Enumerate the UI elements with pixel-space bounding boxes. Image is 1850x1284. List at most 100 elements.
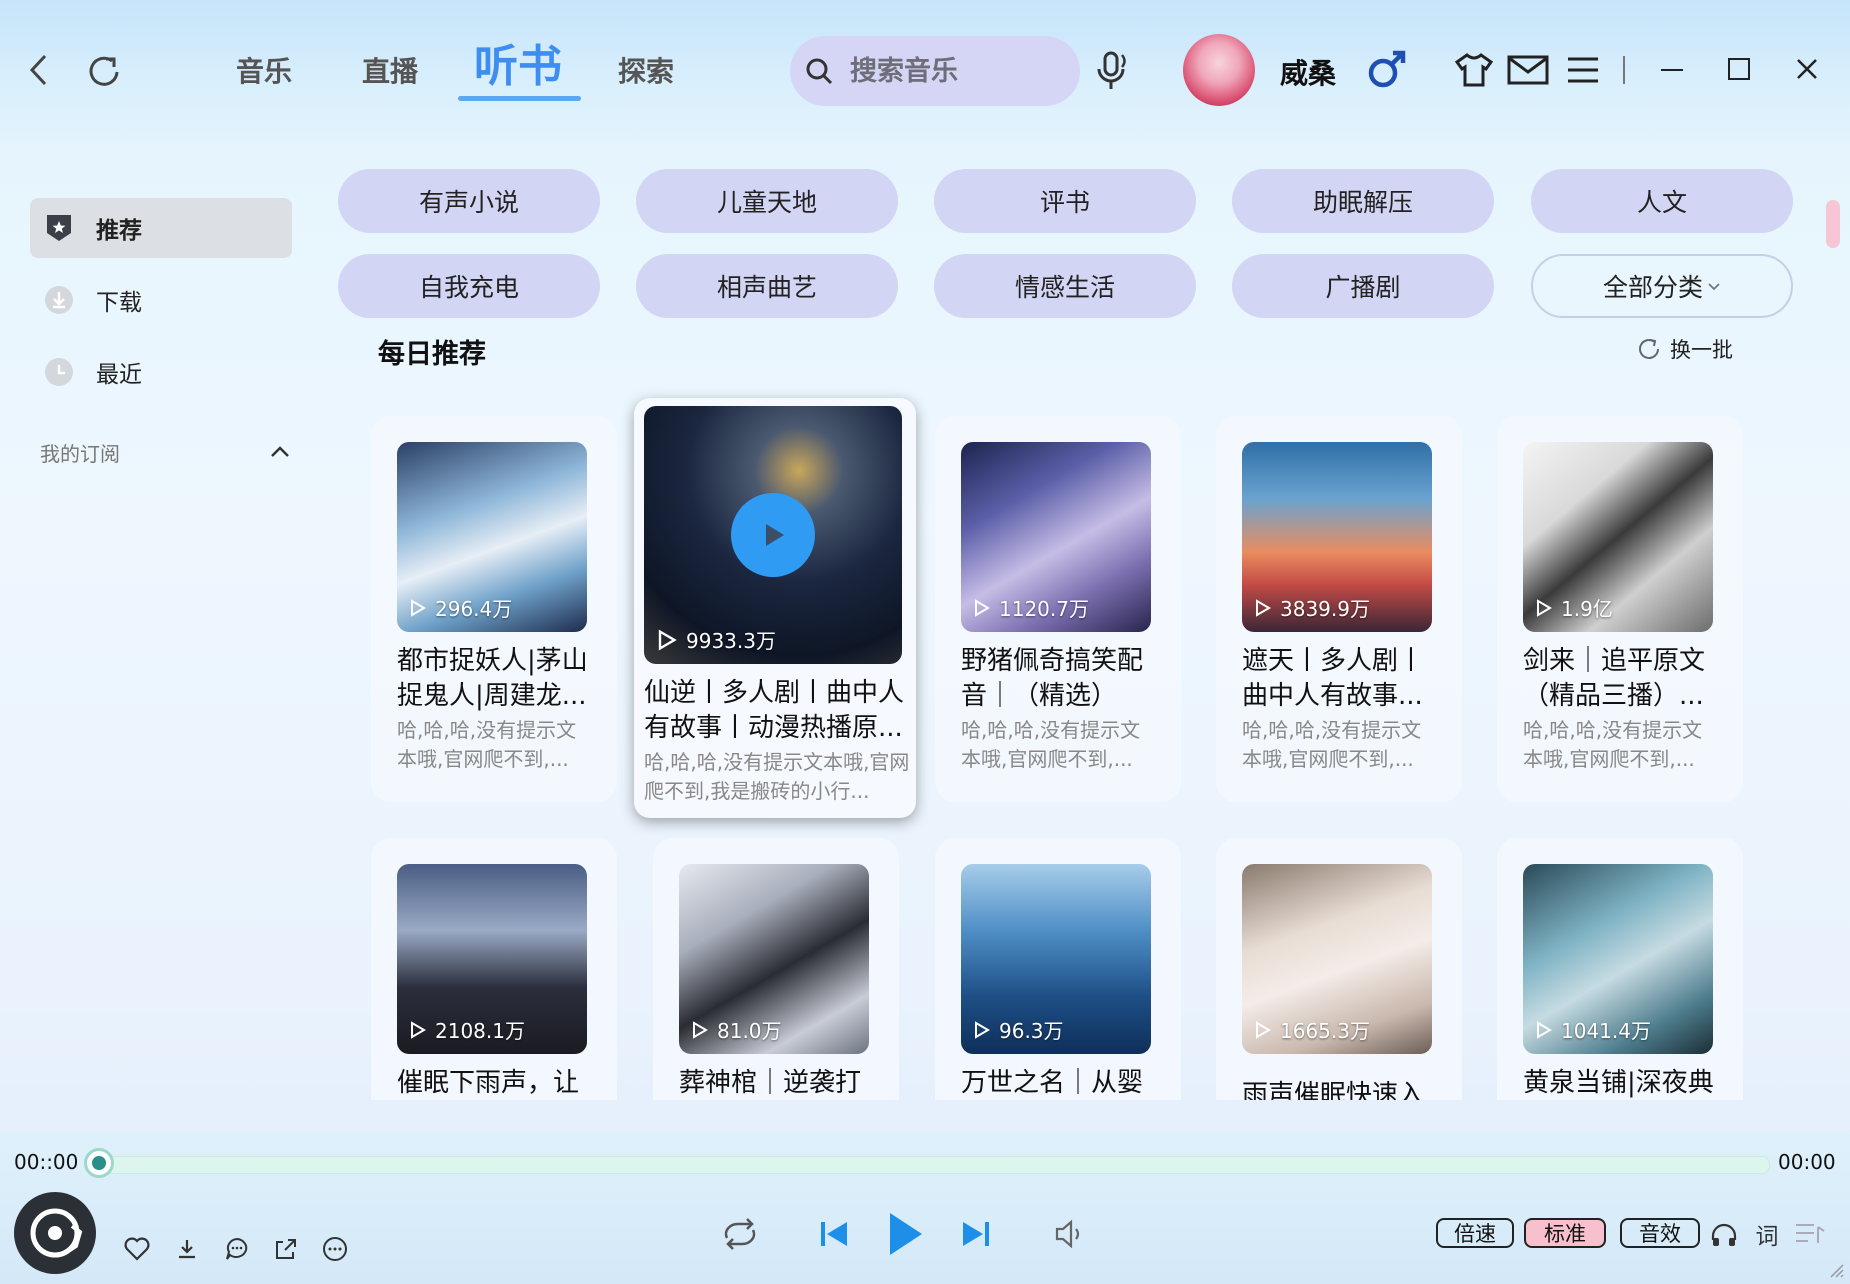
search-box[interactable] [790, 36, 1080, 106]
share-icon[interactable] [271, 1234, 301, 1264]
volume-icon[interactable] [1050, 1214, 1090, 1254]
skin-shirt-icon[interactable] [1452, 48, 1496, 92]
avatar[interactable] [1183, 34, 1255, 106]
play-count: 296.4万 [407, 593, 512, 622]
download-icon[interactable] [172, 1234, 202, 1264]
book-description: 哈,哈,哈,没有提示文本哦,官网爬不到,我是搬砖的小行... [644, 750, 910, 803]
play-count: 1041.4万 [1533, 1015, 1651, 1044]
active-tab-indicator [458, 96, 581, 101]
tab-music[interactable]: 音乐 [236, 50, 292, 90]
book-title: 葬神棺｜逆袭打 [679, 1068, 862, 1098]
username[interactable]: 威桑 [1280, 52, 1336, 92]
book-cover: 96.3万 [961, 864, 1151, 1054]
book-title: 催眠下雨声，让 [397, 1068, 580, 1098]
title-divider [1623, 56, 1625, 84]
subscriptions-label: 我的订阅 [40, 442, 120, 466]
previous-track-icon[interactable] [814, 1214, 854, 1254]
download-icon [44, 285, 74, 315]
play-button[interactable] [731, 493, 815, 577]
sidebar-item-recent[interactable]: 最近 [30, 342, 292, 402]
book-title: 都市捉妖人|茅山捉鬼人|周建龙... [397, 646, 588, 711]
sidebar-item-download[interactable]: 下载 [30, 270, 292, 330]
mail-icon[interactable] [1506, 48, 1550, 92]
play-outline-icon [693, 1020, 708, 1039]
tab-live[interactable]: 直播 [362, 50, 418, 90]
sidebar-item-recommend[interactable]: 推荐 [30, 198, 292, 258]
voice-search-icon[interactable] [1090, 46, 1134, 96]
tab-audiobook[interactable]: 听书 [474, 30, 562, 94]
more-icon[interactable] [320, 1234, 350, 1264]
play-outline-icon [1256, 1020, 1271, 1039]
book-title: 雨声催眠快速入 [1242, 1080, 1425, 1100]
book-cover: 296.4万 [397, 442, 587, 632]
book-title: 剑来｜追平原文（精品三播）... [1523, 646, 1706, 711]
refresh-batch-button[interactable]: 换一批 [1636, 334, 1733, 364]
book-card[interactable]: 96.3万 万世之名｜从婴 [935, 838, 1181, 1100]
scrollbar-thumb[interactable] [1826, 200, 1840, 248]
book-card[interactable]: 81.0万 葬神棺｜逆袭打 [653, 838, 899, 1100]
play-outline-icon [975, 598, 990, 617]
category-pill[interactable]: 广播剧 [1232, 254, 1494, 318]
book-title: 黄泉当铺|深夜典 [1523, 1068, 1714, 1098]
category-pill[interactable]: 助眠解压 [1232, 169, 1494, 233]
resize-grip-icon[interactable] [1826, 1260, 1846, 1280]
close-icon[interactable] [1790, 52, 1824, 86]
book-card[interactable]: 1041.4万 黄泉当铺|深夜典 [1497, 838, 1743, 1100]
sound-effect-button[interactable]: 音效 [1620, 1218, 1700, 1248]
chevron-up-icon[interactable] [268, 440, 292, 464]
play-pause-icon[interactable] [880, 1206, 930, 1262]
category-pill[interactable]: 评书 [934, 169, 1196, 233]
comment-icon[interactable] [222, 1234, 252, 1264]
playlist-icon[interactable] [1792, 1218, 1828, 1250]
category-pill[interactable]: 人文 [1531, 169, 1793, 233]
play-outline-icon [1256, 598, 1271, 617]
title-bar: 音乐 直播 听书 探索 威桑 [0, 0, 1850, 140]
play-outline-icon [411, 1020, 426, 1039]
speed-button[interactable]: 倍速 [1436, 1218, 1514, 1248]
book-card[interactable]: 1665.3万 雨声催眠快速入 [1216, 838, 1462, 1100]
book-card[interactable]: 1.9亿 剑来｜追平原文（精品三播）... 哈,哈,哈,没有提示文本哦,官网爬不… [1497, 416, 1743, 802]
refresh-icon[interactable] [82, 50, 126, 94]
all-categories-dropdown[interactable]: 全部分类 [1531, 254, 1793, 318]
tab-explore[interactable]: 探索 [618, 50, 674, 90]
play-count: 81.0万 [689, 1015, 782, 1044]
progress-bar[interactable] [98, 1156, 1770, 1174]
book-card[interactable]: 296.4万 都市捉妖人|茅山捉鬼人|周建龙... 哈,哈,哈,没有提示文本哦,… [371, 416, 617, 802]
sidebar-item-label: 推荐 [96, 218, 142, 244]
category-pill[interactable]: 相声曲艺 [636, 254, 898, 318]
book-card[interactable]: 1120.7万 野猪佩奇搞笑配音｜（精选） 哈,哈,哈,没有提示文本哦,官网爬不… [935, 416, 1181, 802]
category-pill[interactable]: 有声小说 [338, 169, 600, 233]
category-pill[interactable]: 自我充电 [338, 254, 600, 318]
lyrics-button[interactable]: 词 [1752, 1218, 1782, 1250]
progress-handle[interactable] [84, 1148, 114, 1178]
play-count: 2108.1万 [407, 1015, 525, 1044]
maximize-icon[interactable] [1722, 52, 1756, 86]
book-card[interactable]: 3839.9万 遮天丨多人剧丨曲中人有故事... 哈,哈,哈,没有提示文本哦,官… [1216, 416, 1462, 802]
book-description: 哈,哈,哈,没有提示文本哦,官网爬不到,... [1523, 718, 1703, 771]
book-cover: 1665.3万 [1242, 864, 1432, 1054]
menu-icon[interactable] [1562, 48, 1604, 92]
book-description: 哈,哈,哈,没有提示文本哦,官网爬不到,... [397, 718, 577, 771]
next-track-icon[interactable] [956, 1214, 996, 1254]
clock-icon [44, 357, 74, 387]
book-card[interactable]: 2108.1万 催眠下雨声，让 [371, 838, 617, 1100]
back-icon[interactable] [18, 48, 58, 92]
like-icon[interactable] [122, 1234, 152, 1264]
quality-button[interactable]: 标准 [1524, 1218, 1606, 1248]
category-pill[interactable]: 情感生活 [934, 254, 1196, 318]
app-window: 音乐 直播 听书 探索 威桑 [0, 0, 1850, 1284]
book-cover: 9933.3万 [644, 406, 902, 664]
search-input[interactable] [848, 54, 1072, 88]
headphones-icon[interactable] [1708, 1220, 1740, 1250]
chevron-down-icon [1707, 281, 1721, 291]
play-count: 9933.3万 [654, 625, 776, 654]
category-pill[interactable]: 儿童天地 [636, 169, 898, 233]
book-title: 遮天丨多人剧丨曲中人有故事... [1242, 646, 1425, 711]
book-card[interactable]: 9933.3万 仙逆丨多人剧丨曲中人有故事丨动漫热播原... 哈,哈,哈,没有提… [634, 398, 916, 818]
badge-icon [44, 213, 74, 243]
play-outline-icon [975, 1020, 990, 1039]
repeat-icon[interactable] [716, 1212, 764, 1256]
now-playing-disc[interactable] [14, 1192, 96, 1274]
book-description: 哈,哈,哈,没有提示文本哦,官网爬不到,... [961, 718, 1141, 771]
minimize-icon[interactable] [1656, 50, 1688, 90]
